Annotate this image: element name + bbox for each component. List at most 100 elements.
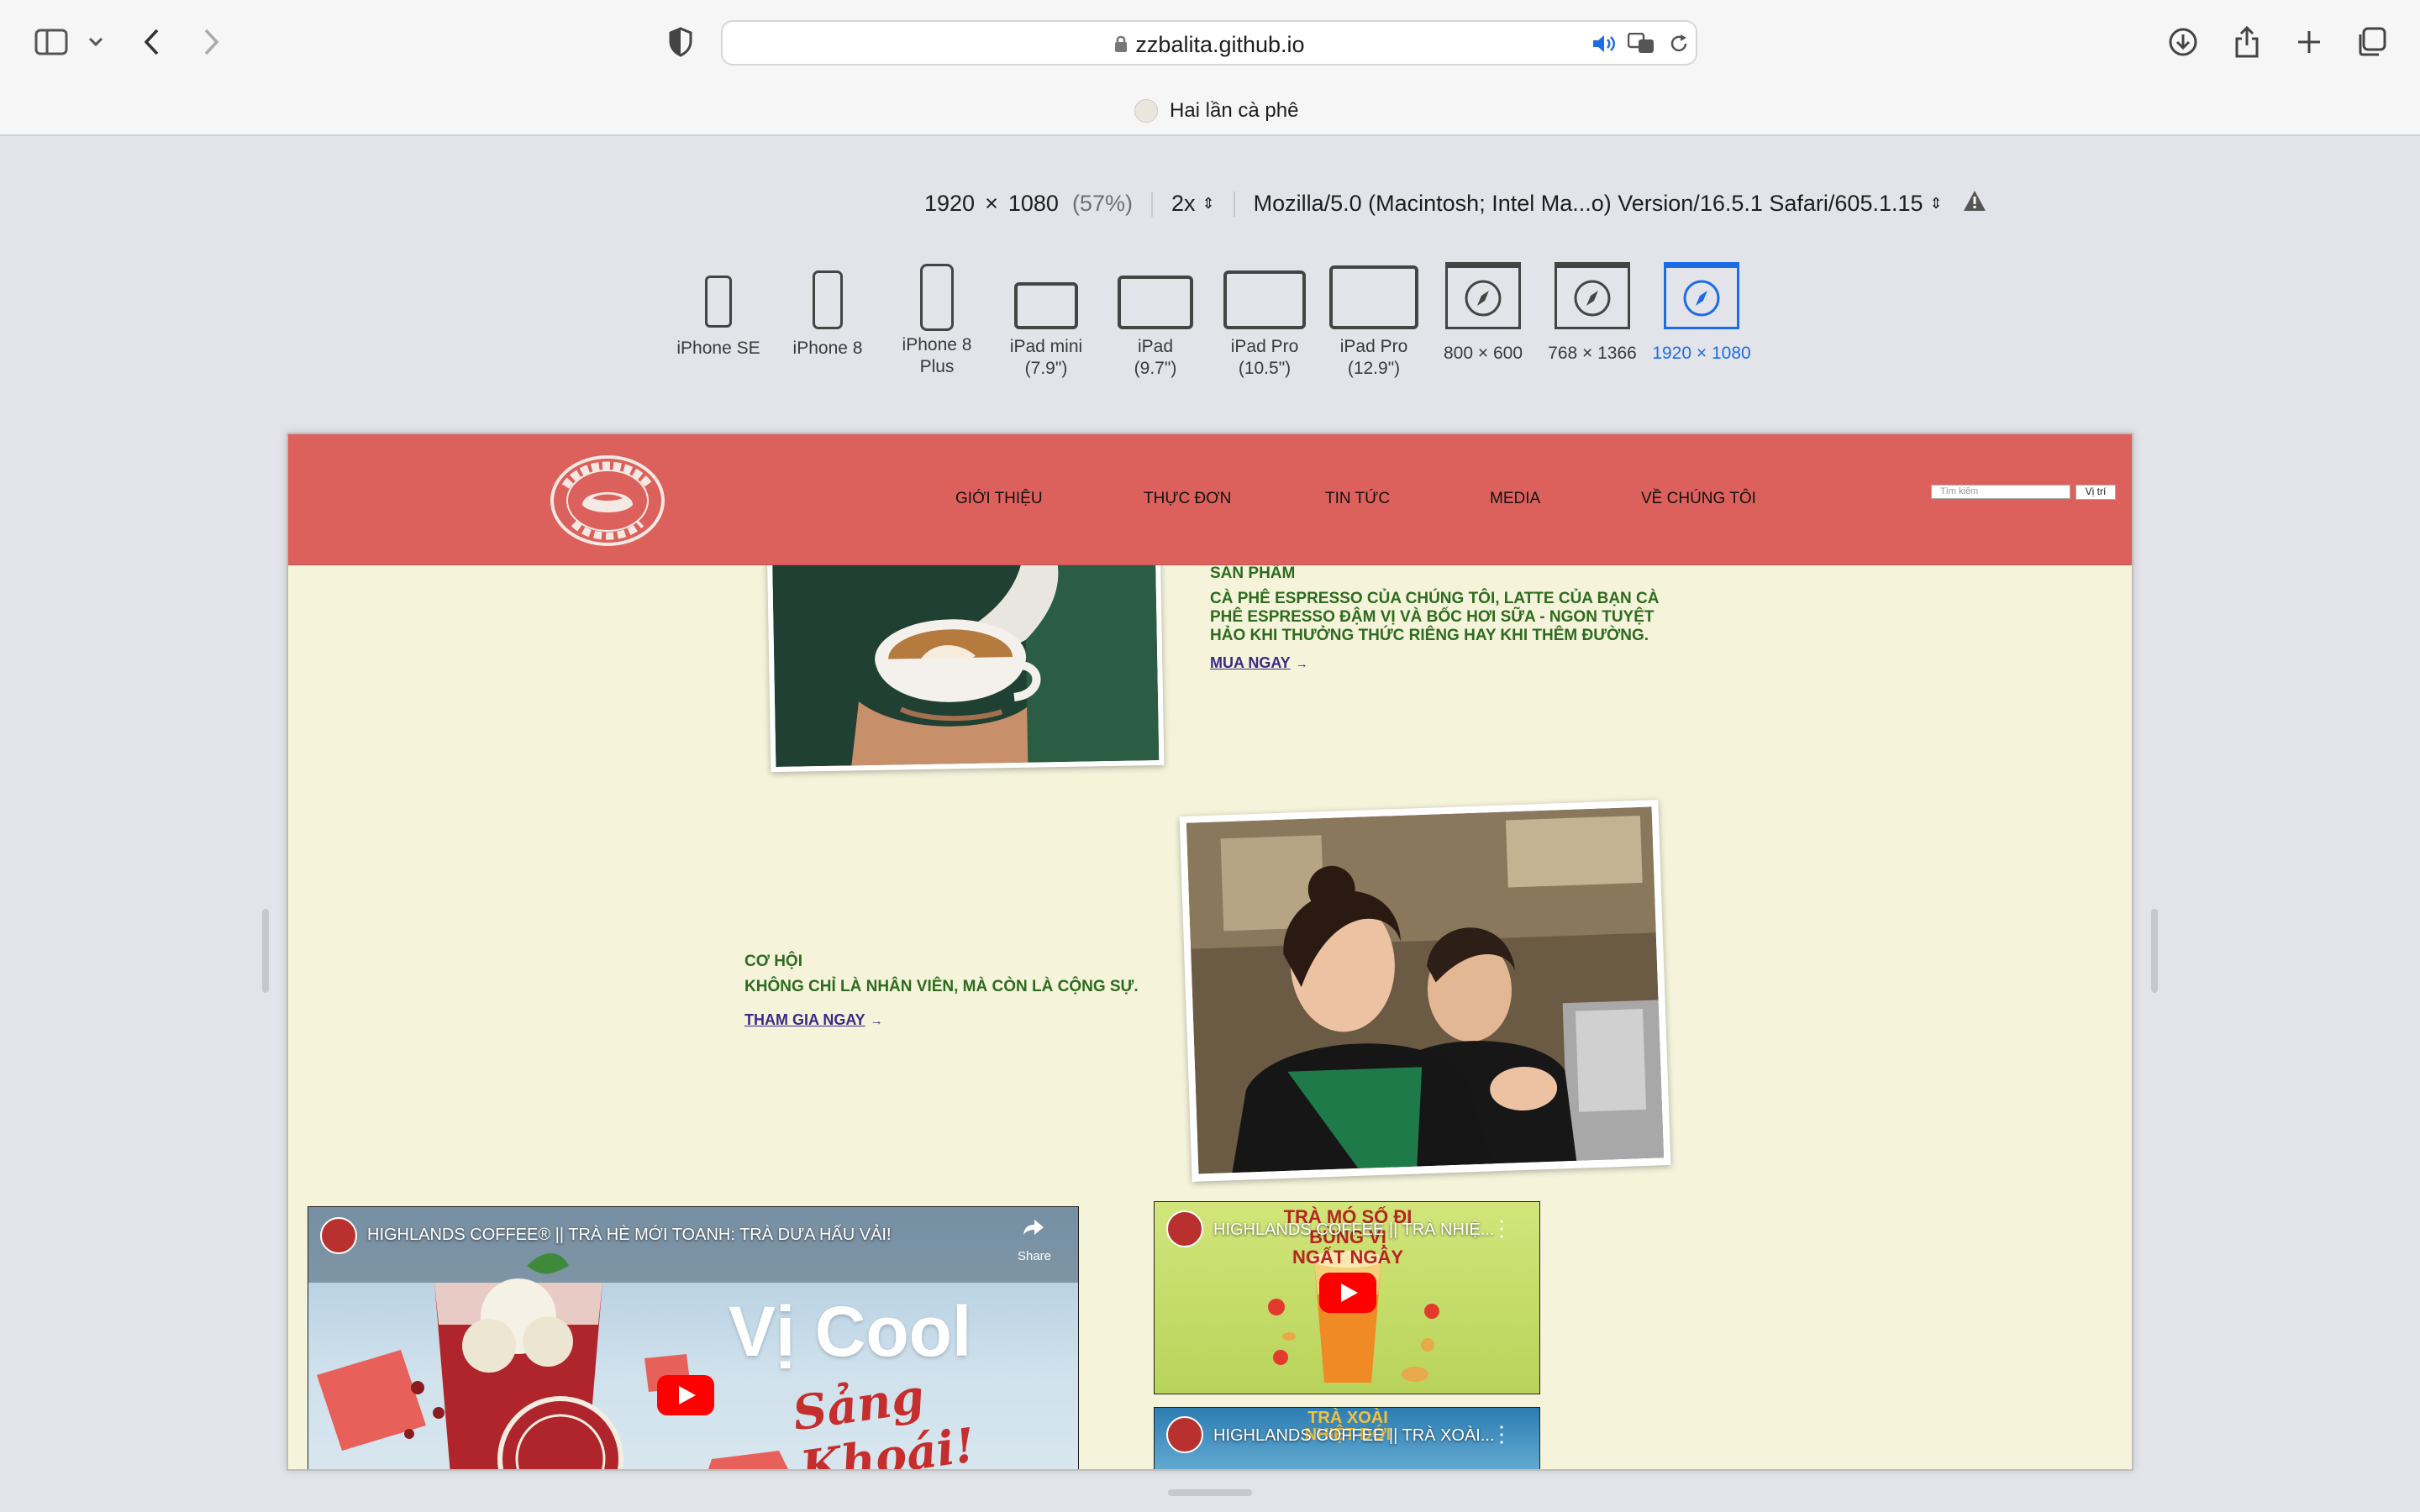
- sidebar-toggle-icon[interactable]: [34, 27, 69, 57]
- device-label: iPad Pro (12.9"): [1339, 337, 1408, 378]
- new-tab-plus-icon[interactable]: [2292, 25, 2326, 59]
- channel-avatar[interactable]: [1166, 1416, 1203, 1453]
- device-800x600[interactable]: 800 × 600: [1428, 260, 1538, 365]
- device-label: iPad (9.7"): [1134, 337, 1177, 378]
- device-ipad-mini[interactable]: iPad mini (7.9"): [992, 260, 1101, 380]
- safari-window-icon: [1555, 262, 1630, 329]
- chevron-updown-icon[interactable]: ⇕: [1202, 195, 1215, 213]
- viewport-height[interactable]: 1080: [1008, 191, 1059, 217]
- device-ipad-pro-10[interactable]: iPad Pro (10.5"): [1210, 260, 1319, 380]
- video-embed-2[interactable]: TRÀ MÓ SỐ ĐI BÙNG VỊ NGẤT NGÂY HIGHLANDS…: [1154, 1201, 1540, 1394]
- product-description: CÀ PHÊ ESPRESSO CỦA CHÚNG TÔI, LATTE CỦA…: [1210, 590, 1660, 644]
- device-iphone-8[interactable]: iPhone 8: [773, 260, 882, 360]
- nav-item-tin-tuc[interactable]: TIN TỨC: [1325, 490, 1390, 508]
- device-iphone-se[interactable]: iPhone SE: [664, 260, 773, 360]
- video-embed-1[interactable]: HIGHLANDS COFFEE® || TRÀ HÈ MỚI TOANH: T…: [308, 1206, 1079, 1469]
- browser-toolbar: zzbalita.github.io Hai lần cà phê: [0, 0, 2420, 136]
- translate-icon[interactable]: [1627, 32, 1657, 55]
- career-description: KHÔNG CHỈ LÀ NHÂN VIÊN, MÀ CÒN LÀ CỘNG S…: [744, 978, 1139, 995]
- career-heading: CƠ HỘI: [744, 953, 802, 970]
- channel-avatar[interactable]: [1166, 1210, 1203, 1247]
- tablet-icon: [1014, 282, 1078, 329]
- nav-item-gioi-thieu[interactable]: GIỚI THIỆU: [955, 490, 1043, 508]
- url-text: zzbalita.github.io: [1135, 32, 1305, 57]
- highlands-logo[interactable]: [549, 454, 666, 547]
- downloads-icon[interactable]: [2166, 25, 2200, 59]
- viewport-resize-handle-left[interactable]: [262, 909, 269, 993]
- nav-item-thuc-don[interactable]: THỰC ĐƠN: [1144, 490, 1231, 508]
- back-icon[interactable]: [138, 25, 165, 59]
- baristas-photo: [1179, 800, 1671, 1182]
- reload-icon[interactable]: [1667, 32, 1691, 55]
- arrow-right-icon: →: [1295, 657, 1308, 671]
- forward-icon[interactable]: [198, 25, 225, 59]
- share-icon[interactable]: [2230, 24, 2264, 60]
- device-label: 768 × 1366: [1548, 344, 1637, 363]
- tab-title[interactable]: Hai lần cà phê: [1134, 99, 1298, 123]
- join-now-label: THAM GIA NGAY: [744, 1011, 865, 1028]
- search-input[interactable]: Tìm kiếm: [1931, 485, 2070, 499]
- device-label: iPad mini (7.9"): [1009, 337, 1083, 378]
- tablet-icon: [1118, 276, 1193, 329]
- device-presets: iPhone SE iPhone 8 iPhone 8 Plus iPad mi…: [0, 260, 2420, 386]
- divider: [1150, 191, 1153, 217]
- phone-icon: [920, 264, 954, 331]
- join-now-link[interactable]: THAM GIA NGAY →: [744, 1011, 883, 1029]
- device-1920x1080[interactable]: 1920 × 1080: [1647, 260, 1756, 365]
- arrow-right-icon: →: [870, 1014, 883, 1028]
- favicon-icon: [1134, 99, 1158, 123]
- zoom-level: (57%): [1071, 191, 1133, 216]
- web-viewport: SẢN PHẨM CÀ PHÊ ESPRESSO CỦA CHÚNG TÔI, …: [287, 433, 2133, 1471]
- device-label: iPhone 8: [792, 339, 863, 358]
- viewport-width[interactable]: 1920: [924, 191, 975, 217]
- device-label: iPad Pro (10.5"): [1230, 337, 1299, 378]
- video-overlay-cool: Vị Cool: [729, 1292, 972, 1371]
- video-embed-3[interactable]: TRÀ XOÀI NHIỆT ĐỚI HIGHLANDS COFFEE || T…: [1154, 1407, 1540, 1469]
- location-button[interactable]: Vị trí: [2075, 485, 2116, 500]
- device-ipad[interactable]: iPad (9.7"): [1101, 260, 1210, 380]
- play-button-icon[interactable]: [657, 1375, 714, 1415]
- privacy-shield-icon[interactable]: [664, 25, 697, 59]
- device-label: 800 × 600: [1443, 344, 1523, 363]
- safari-window-icon: [1445, 262, 1521, 329]
- tablet-icon: [1223, 270, 1306, 329]
- viewport-resize-handle-right[interactable]: [2151, 909, 2158, 993]
- buy-now-label: MUA NGAY: [1210, 654, 1291, 671]
- lock-icon: [1113, 33, 1128, 59]
- user-agent-select[interactable]: Mozilla/5.0 (Macintosh; Intel Ma...o) Ve…: [1254, 191, 1923, 217]
- tablet-icon: [1329, 265, 1418, 329]
- audio-playing-icon[interactable]: [1591, 32, 1617, 55]
- device-label: 1920 × 1080: [1652, 344, 1751, 363]
- more-options-icon[interactable]: ⋮: [1491, 1217, 1512, 1239]
- video-title[interactable]: HIGHLANDS COFFEE || TRÀ XOÀI...: [1213, 1426, 1495, 1446]
- device-label: iPhone 8 Plus: [902, 335, 972, 376]
- device-ipad-pro-12[interactable]: iPad Pro (12.9"): [1319, 260, 1428, 380]
- device-iphone-8-plus[interactable]: iPhone 8 Plus: [882, 260, 992, 378]
- viewport-resize-handle-bottom[interactable]: [1168, 1489, 1252, 1496]
- latte-photo: [766, 531, 1165, 773]
- phone-icon: [813, 270, 843, 329]
- safari-window-icon: [1664, 262, 1739, 329]
- tab-overview-icon[interactable]: [2354, 25, 2388, 59]
- tab-title-text: Hai lần cà phê: [1170, 99, 1299, 122]
- responsive-design-bar: 1920 × 1080 (57%) 2x ⇕ Mozilla/5.0 (Maci…: [924, 190, 1986, 218]
- buy-now-link[interactable]: MUA NGAY →: [1210, 654, 1308, 672]
- more-options-icon[interactable]: ⋮: [1491, 1423, 1512, 1445]
- divider: [1233, 191, 1235, 217]
- play-button-icon[interactable]: [1319, 1273, 1376, 1313]
- channel-avatar[interactable]: [320, 1217, 357, 1254]
- video-title[interactable]: HIGHLANDS COFFEE || TRÀ NHIỆ...: [1213, 1221, 1495, 1240]
- product-heading: SẢN PHẨM: [1210, 564, 1296, 582]
- phone-icon: [705, 276, 732, 328]
- video-title[interactable]: HIGHLANDS COFFEE® || TRÀ HÈ MỚI TOANH: T…: [367, 1226, 892, 1245]
- warning-icon[interactable]: [1963, 190, 1986, 218]
- nav-item-media[interactable]: MEDIA: [1490, 490, 1540, 508]
- chevron-updown-icon[interactable]: ⇕: [1930, 195, 1943, 213]
- nav-item-ve-chung-toi[interactable]: VỀ CHÚNG TÔI: [1641, 490, 1756, 508]
- share-label[interactable]: Share: [1018, 1249, 1051, 1263]
- pixel-ratio-select[interactable]: 2x: [1171, 191, 1196, 217]
- share-arrow-icon[interactable]: [1023, 1219, 1044, 1240]
- device-768x1366[interactable]: 768 × 1366: [1538, 260, 1647, 365]
- chevron-down-icon[interactable]: [86, 34, 106, 50]
- address-bar[interactable]: zzbalita.github.io: [721, 20, 1697, 66]
